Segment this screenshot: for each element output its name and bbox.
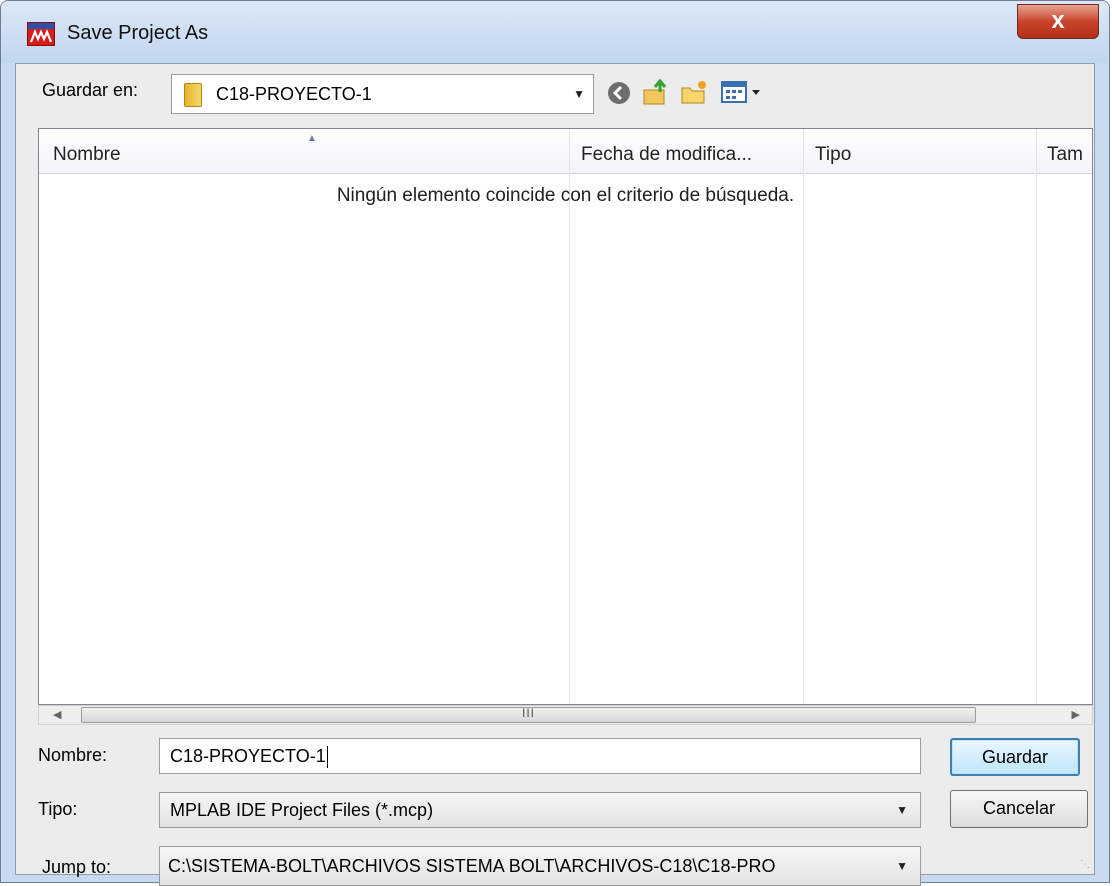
- save-button[interactable]: Guardar: [950, 738, 1080, 776]
- cancel-button[interactable]: Cancelar: [950, 790, 1088, 828]
- chevron-down-icon[interactable]: ▼: [896, 793, 908, 827]
- horizontal-scrollbar[interactable]: ◀ III ▶: [38, 705, 1093, 725]
- jump-to-select[interactable]: C:\SISTEMA-BOLT\ARCHIVOS SISTEMA BOLT\AR…: [159, 846, 921, 886]
- chevron-down-icon[interactable]: ▼: [573, 75, 585, 113]
- back-icon[interactable]: [606, 80, 634, 108]
- empty-list-message: Ningún elemento coincide con el criterio…: [336, 185, 795, 206]
- scroll-left-icon[interactable]: ◀: [53, 706, 61, 724]
- window-title: Save Project As: [67, 22, 209, 44]
- column-divider: [1036, 129, 1037, 704]
- list-header: Nombre ▲ Fecha de modifica... Tipo Tam: [39, 129, 1092, 174]
- close-icon: x: [1051, 7, 1065, 34]
- text-caret: [326, 746, 328, 769]
- type-value: MPLAB IDE Project Files (*.mcp): [170, 800, 434, 820]
- filename-input[interactable]: C18-PROYECTO-1: [159, 738, 921, 774]
- column-header-type[interactable]: Tipo: [815, 129, 1035, 173]
- location-label: Guardar en:: [42, 80, 139, 100]
- title-bar[interactable]: Save Project As x: [1, 1, 1109, 63]
- type-select[interactable]: MPLAB IDE Project Files (*.mcp) ▼: [159, 792, 921, 828]
- mplab-icon: [27, 22, 55, 46]
- scroll-right-icon[interactable]: ▶: [1072, 706, 1080, 724]
- column-header-date[interactable]: Fecha de modifica...: [581, 129, 803, 173]
- save-project-dialog: Save Project As x Guardar en: C18-PROYEC…: [0, 0, 1110, 886]
- chevron-down-icon[interactable]: ▼: [896, 847, 908, 885]
- column-header-name[interactable]: Nombre: [53, 129, 553, 173]
- up-folder-icon[interactable]: [642, 78, 670, 106]
- dialog-body: Guardar en: C18-PROYECTO-1 ▼ Nombre ▲ Fe…: [15, 63, 1095, 886]
- type-label: Tipo:: [38, 799, 78, 819]
- sort-ascending-icon: ▲: [307, 133, 317, 144]
- column-divider: [803, 129, 804, 704]
- scrollbar-thumb[interactable]: III: [81, 706, 976, 723]
- resize-grip-icon[interactable]: ⋱: [1080, 859, 1090, 870]
- filename-label: Nombre:: [38, 745, 108, 765]
- close-button[interactable]: x: [1017, 4, 1099, 39]
- folder-icon: [184, 83, 202, 107]
- filename-value: C18-PROYECTO-1: [170, 746, 326, 766]
- column-divider: [569, 129, 570, 704]
- jump-to-value: C:\SISTEMA-BOLT\ARCHIVOS SISTEMA BOLT\AR…: [168, 856, 776, 876]
- new-folder-icon[interactable]: [680, 78, 708, 106]
- file-list[interactable]: Nombre ▲ Fecha de modifica... Tipo Tam N…: [38, 128, 1093, 705]
- jump-to-label: Jump to:: [42, 857, 112, 877]
- location-combo[interactable]: C18-PROYECTO-1 ▼: [171, 74, 594, 114]
- view-menu-icon[interactable]: [720, 78, 766, 106]
- grip-icon: III: [521, 706, 536, 720]
- column-header-size[interactable]: Tam: [1047, 129, 1092, 173]
- location-value: C18-PROYECTO-1: [216, 84, 372, 104]
